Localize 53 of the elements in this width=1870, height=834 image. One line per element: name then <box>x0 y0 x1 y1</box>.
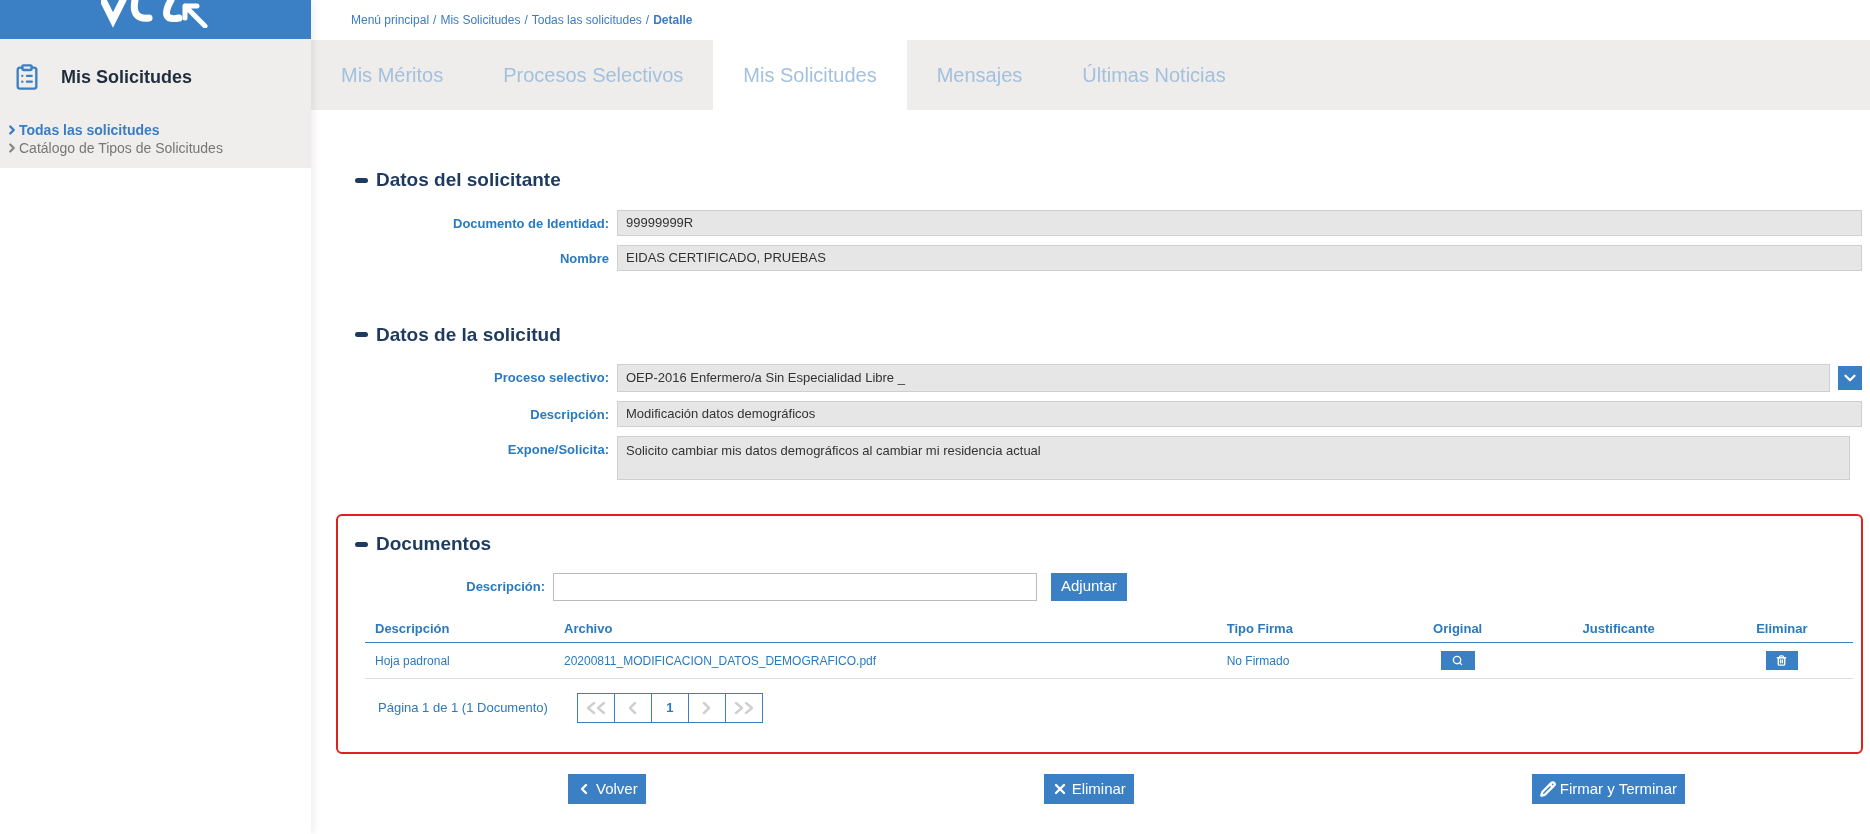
sidebar-title: Mis Solicitudes <box>61 65 193 89</box>
action-button[interactable]: Volver <box>568 774 646 804</box>
attach-button[interactable]: Adjuntar <box>1051 572 1127 601</box>
input-field[interactable] <box>553 572 1037 601</box>
field-label: Proceso selectivo: <box>494 369 609 387</box>
search-icon <box>1452 654 1464 666</box>
action-button[interactable]: Eliminar <box>1043 774 1134 804</box>
column-header: Original <box>1388 614 1527 643</box>
field-label: Descripción: <box>466 577 545 596</box>
pencil-icon <box>1539 781 1556 797</box>
table-cell: No Firmado <box>1216 642 1389 679</box>
sidebar-link[interactable]: Todas las solicitudes <box>5 121 311 139</box>
section-title: Datos de la solicitud <box>376 322 561 347</box>
breadcrumb-separator: / <box>524 12 528 29</box>
collapse-icon[interactable] <box>355 332 368 338</box>
column-header: Tipo Firma <box>1216 614 1389 643</box>
double-chevron-right-icon <box>733 701 754 715</box>
input-field[interactable]: 99999999R <box>617 209 1862 236</box>
input-field[interactable]: EIDAS CERTIFICADO, PRUEBAS <box>617 244 1862 271</box>
section-title: Datos del solicitante <box>376 168 561 192</box>
table-cell: 20200811_MODIFICACION_DATOS_DEMOGRAFICO.pdf <box>554 642 1217 679</box>
action-button[interactable]: Firmar y Terminar <box>1531 774 1685 804</box>
column-header: Descripción <box>365 614 554 643</box>
column-header: Eliminar <box>1710 614 1853 643</box>
column-header: Justificante <box>1526 614 1711 643</box>
breadcrumb-separator: / <box>645 12 650 29</box>
breadcrumb-link[interactable]: Mis Solicitudes <box>440 11 521 29</box>
field-label: Expone/Solicita: <box>507 441 609 459</box>
chevron-right-icon <box>702 701 712 715</box>
view-original-button[interactable] <box>1440 650 1475 670</box>
collapse-icon[interactable] <box>355 541 368 547</box>
table-cell: Hoja padronal <box>365 642 554 679</box>
column-header: Archivo <box>554 614 1217 643</box>
breadcrumb-link[interactable]: Detalle <box>653 11 693 29</box>
page-button[interactable]: 1 <box>650 693 689 723</box>
double-chevron-left-icon <box>585 701 606 715</box>
section-title: Documentos <box>376 532 492 556</box>
select-field[interactable]: OEP-2016 Enfermero/a Sin Especialidad Libre _ <box>617 364 1830 392</box>
sidebar-link[interactable]: Catálogo de Tipos de Solicitudes <box>5 139 311 157</box>
dropdown-button[interactable] <box>1838 366 1862 390</box>
breadcrumb-link[interactable]: Menú principal <box>351 11 430 29</box>
field-label: Descripción: <box>530 406 609 424</box>
trash-icon <box>1776 654 1788 666</box>
pagination-summary: Página 1 de 1 (1 Documento) <box>378 699 548 718</box>
input-field[interactable]: Modificación datos demográficos <box>617 401 1862 427</box>
chevron-left-icon <box>628 701 638 715</box>
delete-row-button[interactable] <box>1765 650 1798 670</box>
breadcrumb-separator: / <box>433 12 437 29</box>
breadcrumb-link[interactable]: Todas las solicitudes <box>531 11 642 29</box>
field-label: Documento de Identidad: <box>453 214 609 233</box>
collapse-icon[interactable] <box>355 177 368 183</box>
textarea-field[interactable]: Solicito cambiar mis datos demográficos al cambiar mi residencia actual <box>617 436 1850 480</box>
field-label: Nombre <box>559 249 609 268</box>
